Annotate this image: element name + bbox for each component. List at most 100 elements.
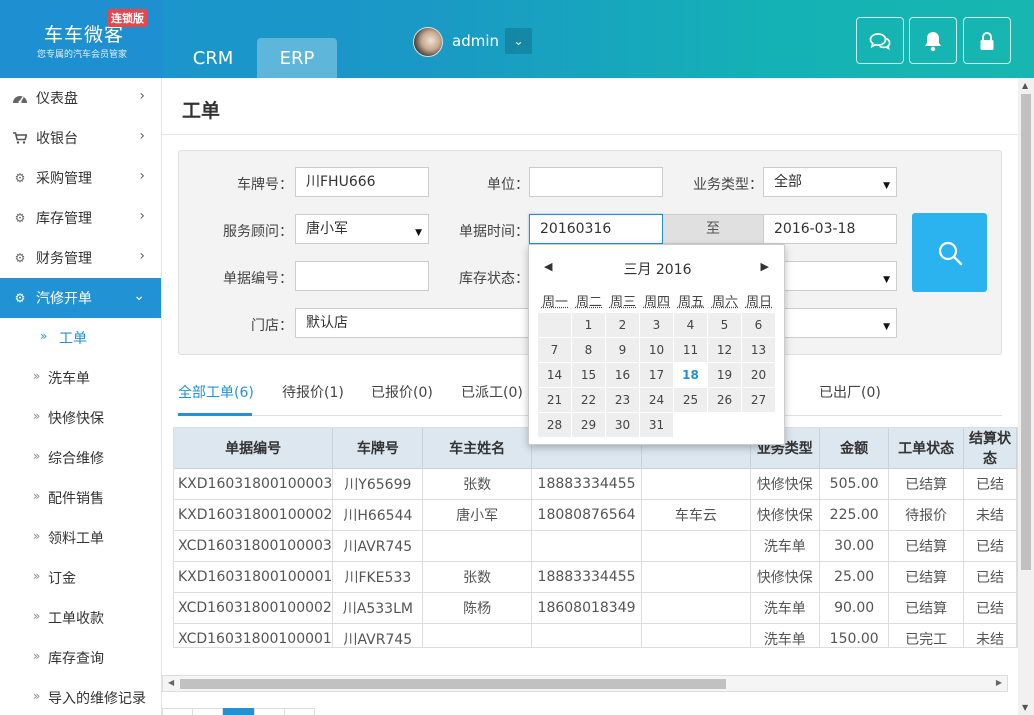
scroll-right-icon[interactable]: ▶ [996, 678, 1002, 687]
scroll-thumb[interactable] [1021, 94, 1031, 570]
calendar-day[interactable]: 23 [606, 388, 639, 412]
col-owner[interactable]: 车主姓名 [423, 428, 531, 469]
calendar-day[interactable]: 10 [640, 338, 673, 362]
chat-button[interactable] [856, 17, 904, 64]
tab-quoted[interactable]: 已报价(0) [371, 382, 433, 402]
col-amount[interactable]: 金额 [820, 428, 889, 469]
calendar-day[interactable]: 17 [640, 363, 673, 387]
sidebar-subitem-general-repair[interactable]: » 综合维修 [0, 438, 161, 478]
sidebar-subitem-deposit[interactable]: » 订金 [0, 558, 161, 598]
calendar-day[interactable]: 15 [572, 363, 605, 387]
scroll-up-icon[interactable]: ▲ [1022, 81, 1028, 90]
calendar-day[interactable]: 2 [606, 313, 639, 337]
horizontal-scrollbar[interactable]: ◀ ▶ [162, 675, 1008, 692]
notifications-button[interactable] [909, 17, 957, 64]
calendar-day[interactable]: 5 [708, 313, 741, 337]
docno-input[interactable] [295, 261, 429, 291]
calendar-day[interactable]: 29 [572, 413, 605, 437]
logo[interactable]: 车车微客 连锁版 您专属的汽车会员管家 [0, 0, 162, 78]
page-button[interactable] [162, 708, 193, 715]
sidebar-subitem-order-payment[interactable]: » 工单收款 [0, 598, 161, 638]
calendar-day[interactable]: 9 [606, 338, 639, 362]
sidebar-item-inventory[interactable]: ⚙ 库存管理 › [0, 198, 161, 238]
datepicker-month[interactable]: 三月 2016 [529, 259, 786, 279]
date-to-input[interactable]: 2016-03-18 [763, 214, 897, 244]
calendar-day[interactable]: 4 [674, 313, 707, 337]
calendar-day[interactable]: 16 [606, 363, 639, 387]
page-button[interactable] [284, 708, 315, 715]
sidebar: 仪表盘 › 收银台 › ⚙ 采购管理 › ⚙ 库存管理 › ⚙ 财务管理 › ⚙… [0, 78, 162, 715]
sidebar-subitem-quick-service[interactable]: » 快修快保 [0, 398, 161, 438]
sidebar-item-purchase[interactable]: ⚙ 采购管理 › [0, 158, 161, 198]
scroll-thumb[interactable] [180, 679, 726, 689]
calendar-day[interactable]: 12 [708, 338, 741, 362]
calendar-day[interactable]: 20 [742, 363, 775, 387]
sidebar-item-cashier[interactable]: 收银台 › [0, 118, 161, 158]
user-name[interactable]: admin [452, 32, 499, 50]
page-button[interactable] [254, 708, 285, 715]
calendar-day[interactable]: 13 [742, 338, 775, 362]
biztype-select[interactable]: 全部 ▼ [763, 167, 897, 197]
lock-button[interactable] [963, 17, 1011, 64]
tab-erp[interactable]: ERP [257, 38, 337, 78]
sidebar-item-label: 采购管理 [36, 168, 92, 188]
col-doc-no[interactable]: 单据编号 [174, 428, 333, 469]
advisor-select[interactable]: 唐小军 ▼ [295, 214, 429, 244]
page-title: 工单 [182, 96, 220, 123]
sidebar-subitem-imported-records[interactable]: » 导入的维修记录 [0, 678, 161, 715]
calendar-day[interactable]: 27 [742, 388, 775, 412]
table-row[interactable]: KXD16031800100003 川Y65699 张数 18883334455 快修快… [174, 469, 1017, 500]
calendar-day[interactable]: 22 [572, 388, 605, 412]
calendar-day[interactable]: 7 [538, 338, 571, 362]
calendar-day[interactable]: 25 [674, 388, 707, 412]
table-row[interactable]: XCD16031800100003 川AVR745 洗车单 30.00 已结算 已结 [174, 531, 1017, 562]
calendar-day[interactable]: 6 [742, 313, 775, 337]
calendar-day[interactable]: 21 [538, 388, 571, 412]
sidebar-subitem-parts-sales[interactable]: » 配件销售 [0, 478, 161, 518]
table-row[interactable]: KXD16031800100001 川FKE533 张数 18883334455 快修快… [174, 562, 1017, 593]
sidebar-subitem-work-order[interactable]: » 工单 [0, 318, 161, 358]
calendar-day[interactable]: 24 [640, 388, 673, 412]
sidebar-item-finance[interactable]: ⚙ 财务管理 › [0, 238, 161, 278]
table-row[interactable]: XCD16031800100002 川A533LM 陈杨 18608018349 洗车单… [174, 593, 1017, 624]
tab-crm[interactable]: CRM [173, 38, 253, 78]
tab-pending-quote[interactable]: 待报价(1) [282, 382, 344, 402]
calendar-day[interactable]: 8 [572, 338, 605, 362]
sidebar-item-dashboard[interactable]: 仪表盘 › [0, 78, 161, 118]
sidebar-item-repair-order[interactable]: ⚙ 汽修开单 ⌄ [0, 278, 161, 318]
calendar-day-today[interactable]: 18 [674, 363, 707, 387]
avatar[interactable] [413, 27, 443, 57]
tab-dispatched[interactable]: 已派工(0) [461, 382, 523, 402]
calendar-day[interactable]: 3 [640, 313, 673, 337]
scroll-left-icon[interactable]: ◀ [168, 678, 174, 687]
tab-all-orders[interactable]: 全部工单(6) [178, 382, 254, 402]
calendar-day[interactable]: 14 [538, 363, 571, 387]
date-from-input[interactable]: 20160316 [529, 214, 663, 244]
col-plate[interactable]: 车牌号 [333, 428, 423, 469]
calendar-day[interactable]: 26 [708, 388, 741, 412]
table-row[interactable]: KXD16031800100002 川H66544 唐小军 18080876564 车车… [174, 500, 1017, 531]
calendar-day[interactable]: 28 [538, 413, 571, 437]
calendar-day[interactable]: 30 [606, 413, 639, 437]
search-button[interactable] [912, 213, 987, 292]
col-settle-status[interactable]: 结算状态 [963, 428, 1016, 469]
sidebar-subitem-car-wash[interactable]: » 洗车单 [0, 358, 161, 398]
sidebar-subitem-stock-query[interactable]: » 库存查询 [0, 638, 161, 678]
calendar-day[interactable]: 19 [708, 363, 741, 387]
page-button[interactable] [192, 708, 223, 715]
next-month-icon[interactable]: ▶ [761, 260, 769, 273]
sidebar-subitem-material-order[interactable]: » 领料工单 [0, 518, 161, 558]
calendar-day[interactable]: 11 [674, 338, 707, 362]
tab-left-factory[interactable]: 已出厂(0) [819, 382, 881, 402]
plate-input[interactable]: 川FHU666 [295, 167, 429, 197]
advisor-value: 唐小军 [306, 221, 348, 237]
calendar-day[interactable]: 31 [640, 413, 673, 437]
page-button-active[interactable] [223, 708, 254, 715]
chevron-down-icon[interactable]: ⌄ [505, 28, 532, 54]
vertical-scrollbar[interactable]: ▲ ▼ [1018, 78, 1034, 715]
col-order-status[interactable]: 工单状态 [889, 428, 964, 469]
scroll-down-icon[interactable]: ▼ [1022, 703, 1028, 712]
unit-input[interactable] [529, 167, 663, 197]
table-row[interactable]: XCD16031800100001 川AVR745 洗车单 150.00 已完工 未结 [174, 624, 1017, 649]
calendar-day[interactable]: 1 [572, 313, 605, 337]
